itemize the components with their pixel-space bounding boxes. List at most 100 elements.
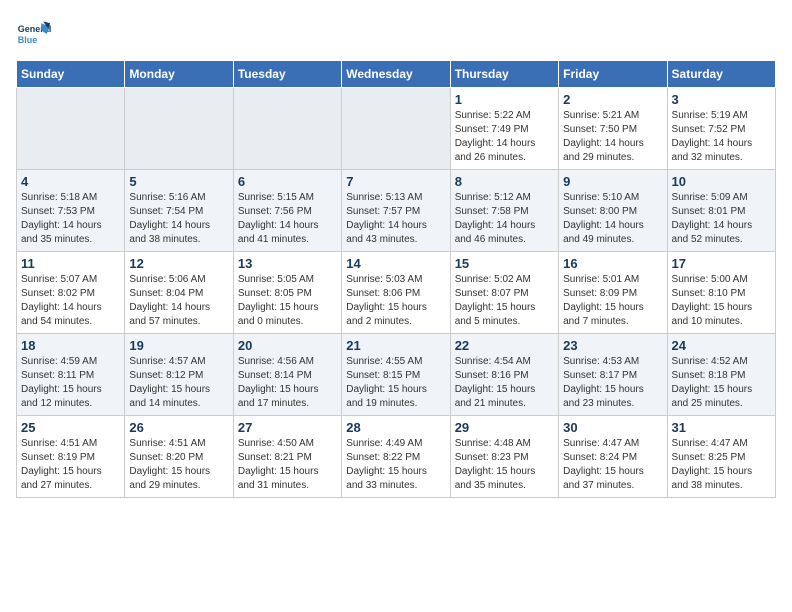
header-cell-wednesday: Wednesday xyxy=(342,61,450,88)
day-number: 25 xyxy=(21,420,120,435)
day-info: Sunrise: 4:56 AM Sunset: 8:14 PM Dayligh… xyxy=(238,355,337,411)
header-cell-friday: Friday xyxy=(559,61,667,88)
calendar-cell: 31 Sunrise: 4:47 AM Sunset: 8:25 PM Dayli… xyxy=(667,416,775,498)
day-number: 17 xyxy=(672,256,771,271)
day-info: Sunrise: 4:49 AM Sunset: 8:22 PM Dayligh… xyxy=(346,437,445,493)
day-info: Sunrise: 4:51 AM Sunset: 8:19 PM Dayligh… xyxy=(21,437,120,493)
header-cell-saturday: Saturday xyxy=(667,61,775,88)
calendar-cell: 9 Sunrise: 5:10 AM Sunset: 8:00 PM Daylig… xyxy=(559,170,667,252)
day-info: Sunrise: 4:55 AM Sunset: 8:15 PM Dayligh… xyxy=(346,355,445,411)
day-number: 6 xyxy=(238,174,337,189)
header-cell-thursday: Thursday xyxy=(450,61,558,88)
day-number: 7 xyxy=(346,174,445,189)
day-info: Sunrise: 5:15 AM Sunset: 7:56 PM Dayligh… xyxy=(238,191,337,247)
day-info: Sunrise: 4:53 AM Sunset: 8:17 PM Dayligh… xyxy=(563,355,662,411)
day-info: Sunrise: 5:16 AM Sunset: 7:54 PM Dayligh… xyxy=(129,191,228,247)
day-number: 4 xyxy=(21,174,120,189)
day-info: Sunrise: 5:13 AM Sunset: 7:57 PM Dayligh… xyxy=(346,191,445,247)
calendar-body: 1Sunrise: 5:22 AM Sunset: 7:49 PM Daylig… xyxy=(17,88,776,498)
header-cell-sunday: Sunday xyxy=(17,61,125,88)
day-number: 10 xyxy=(672,174,771,189)
day-number: 29 xyxy=(455,420,554,435)
day-number: 26 xyxy=(129,420,228,435)
calendar-cell: 15 Sunrise: 5:02 AM Sunset: 8:07 PM Dayli… xyxy=(450,252,558,334)
logo-icon: General Blue xyxy=(16,16,52,52)
calendar-cell: 11Sunrise: 5:07 AM Sunset: 8:02 PM Dayli… xyxy=(17,252,125,334)
day-info: Sunrise: 4:48 AM Sunset: 8:23 PM Dayligh… xyxy=(455,437,554,493)
calendar-cell: 20 Sunrise: 4:56 AM Sunset: 8:14 PM Dayli… xyxy=(233,334,341,416)
calendar-week-3: 11Sunrise: 5:07 AM Sunset: 8:02 PM Dayli… xyxy=(17,252,776,334)
logo: General Blue xyxy=(16,16,52,52)
calendar-cell: 25 Sunrise: 4:51 AM Sunset: 8:19 PM Dayli… xyxy=(17,416,125,498)
day-number: 19 xyxy=(129,338,228,353)
day-number: 13 xyxy=(238,256,337,271)
day-number: 5 xyxy=(129,174,228,189)
calendar-cell xyxy=(125,88,233,170)
calendar-week-4: 18 Sunrise: 4:59 AM Sunset: 8:11 PM Dayli… xyxy=(17,334,776,416)
calendar-cell: 28 Sunrise: 4:49 AM Sunset: 8:22 PM Dayli… xyxy=(342,416,450,498)
header-cell-tuesday: Tuesday xyxy=(233,61,341,88)
day-info: Sunrise: 5:10 AM Sunset: 8:00 PM Dayligh… xyxy=(563,191,662,247)
calendar-cell: 3 Sunrise: 5:19 AM Sunset: 7:52 PM Daylig… xyxy=(667,88,775,170)
calendar-cell: 5 Sunrise: 5:16 AM Sunset: 7:54 PM Daylig… xyxy=(125,170,233,252)
calendar-cell: 24Sunrise: 4:52 AM Sunset: 8:18 PM Dayli… xyxy=(667,334,775,416)
day-info: Sunrise: 5:21 AM Sunset: 7:50 PM Dayligh… xyxy=(563,109,662,165)
day-number: 23 xyxy=(563,338,662,353)
calendar-cell: 1Sunrise: 5:22 AM Sunset: 7:49 PM Daylig… xyxy=(450,88,558,170)
day-info: Sunrise: 5:00 AM Sunset: 8:10 PM Dayligh… xyxy=(672,273,771,329)
day-info: Sunrise: 5:18 AM Sunset: 7:53 PM Dayligh… xyxy=(21,191,120,247)
day-number: 21 xyxy=(346,338,445,353)
header-row: SundayMondayTuesdayWednesdayThursdayFrid… xyxy=(17,61,776,88)
calendar-cell: 14Sunrise: 5:03 AM Sunset: 8:06 PM Dayli… xyxy=(342,252,450,334)
day-info: Sunrise: 4:52 AM Sunset: 8:18 PM Dayligh… xyxy=(672,355,771,411)
day-info: Sunrise: 4:47 AM Sunset: 8:24 PM Dayligh… xyxy=(563,437,662,493)
calendar-week-1: 1Sunrise: 5:22 AM Sunset: 7:49 PM Daylig… xyxy=(17,88,776,170)
day-number: 20 xyxy=(238,338,337,353)
day-number: 28 xyxy=(346,420,445,435)
calendar-header: SundayMondayTuesdayWednesdayThursdayFrid… xyxy=(17,61,776,88)
calendar-cell: 6 Sunrise: 5:15 AM Sunset: 7:56 PM Daylig… xyxy=(233,170,341,252)
calendar-cell: 17 Sunrise: 5:00 AM Sunset: 8:10 PM Dayli… xyxy=(667,252,775,334)
day-number: 8 xyxy=(455,174,554,189)
day-number: 16 xyxy=(563,256,662,271)
calendar-cell: 23 Sunrise: 4:53 AM Sunset: 8:17 PM Dayli… xyxy=(559,334,667,416)
day-info: Sunrise: 5:12 AM Sunset: 7:58 PM Dayligh… xyxy=(455,191,554,247)
calendar-week-5: 25 Sunrise: 4:51 AM Sunset: 8:19 PM Dayli… xyxy=(17,416,776,498)
calendar-week-2: 4 Sunrise: 5:18 AM Sunset: 7:53 PM Daylig… xyxy=(17,170,776,252)
calendar-cell: 29 Sunrise: 4:48 AM Sunset: 8:23 PM Dayli… xyxy=(450,416,558,498)
calendar-cell: 18 Sunrise: 4:59 AM Sunset: 8:11 PM Dayli… xyxy=(17,334,125,416)
day-number: 18 xyxy=(21,338,120,353)
calendar-cell: 16Sunrise: 5:01 AM Sunset: 8:09 PM Dayli… xyxy=(559,252,667,334)
day-info: Sunrise: 5:06 AM Sunset: 8:04 PM Dayligh… xyxy=(129,273,228,329)
calendar-cell: 10Sunrise: 5:09 AM Sunset: 8:01 PM Dayli… xyxy=(667,170,775,252)
day-number: 2 xyxy=(563,92,662,107)
calendar-cell: 4 Sunrise: 5:18 AM Sunset: 7:53 PM Daylig… xyxy=(17,170,125,252)
day-number: 15 xyxy=(455,256,554,271)
calendar-cell: 21 Sunrise: 4:55 AM Sunset: 8:15 PM Dayli… xyxy=(342,334,450,416)
day-number: 31 xyxy=(672,420,771,435)
day-info: Sunrise: 4:54 AM Sunset: 8:16 PM Dayligh… xyxy=(455,355,554,411)
day-number: 11 xyxy=(21,256,120,271)
calendar-cell: 12 Sunrise: 5:06 AM Sunset: 8:04 PM Dayli… xyxy=(125,252,233,334)
calendar-table: SundayMondayTuesdayWednesdayThursdayFrid… xyxy=(16,60,776,498)
day-info: Sunrise: 4:59 AM Sunset: 8:11 PM Dayligh… xyxy=(21,355,120,411)
day-number: 12 xyxy=(129,256,228,271)
day-info: Sunrise: 5:03 AM Sunset: 8:06 PM Dayligh… xyxy=(346,273,445,329)
day-info: Sunrise: 5:02 AM Sunset: 8:07 PM Dayligh… xyxy=(455,273,554,329)
day-number: 9 xyxy=(563,174,662,189)
calendar-cell xyxy=(17,88,125,170)
day-info: Sunrise: 4:57 AM Sunset: 8:12 PM Dayligh… xyxy=(129,355,228,411)
calendar-cell xyxy=(342,88,450,170)
day-info: Sunrise: 4:47 AM Sunset: 8:25 PM Dayligh… xyxy=(672,437,771,493)
day-info: Sunrise: 5:22 AM Sunset: 7:49 PM Dayligh… xyxy=(455,109,554,165)
calendar-cell: 30Sunrise: 4:47 AM Sunset: 8:24 PM Dayli… xyxy=(559,416,667,498)
day-number: 3 xyxy=(672,92,771,107)
day-info: Sunrise: 5:19 AM Sunset: 7:52 PM Dayligh… xyxy=(672,109,771,165)
day-info: Sunrise: 5:05 AM Sunset: 8:05 PM Dayligh… xyxy=(238,273,337,329)
day-info: Sunrise: 4:50 AM Sunset: 8:21 PM Dayligh… xyxy=(238,437,337,493)
calendar-cell: 7 Sunrise: 5:13 AM Sunset: 7:57 PM Daylig… xyxy=(342,170,450,252)
page-header: General Blue xyxy=(16,16,776,52)
calendar-cell: 22Sunrise: 4:54 AM Sunset: 8:16 PM Dayli… xyxy=(450,334,558,416)
day-number: 27 xyxy=(238,420,337,435)
calendar-cell: 8 Sunrise: 5:12 AM Sunset: 7:58 PM Daylig… xyxy=(450,170,558,252)
